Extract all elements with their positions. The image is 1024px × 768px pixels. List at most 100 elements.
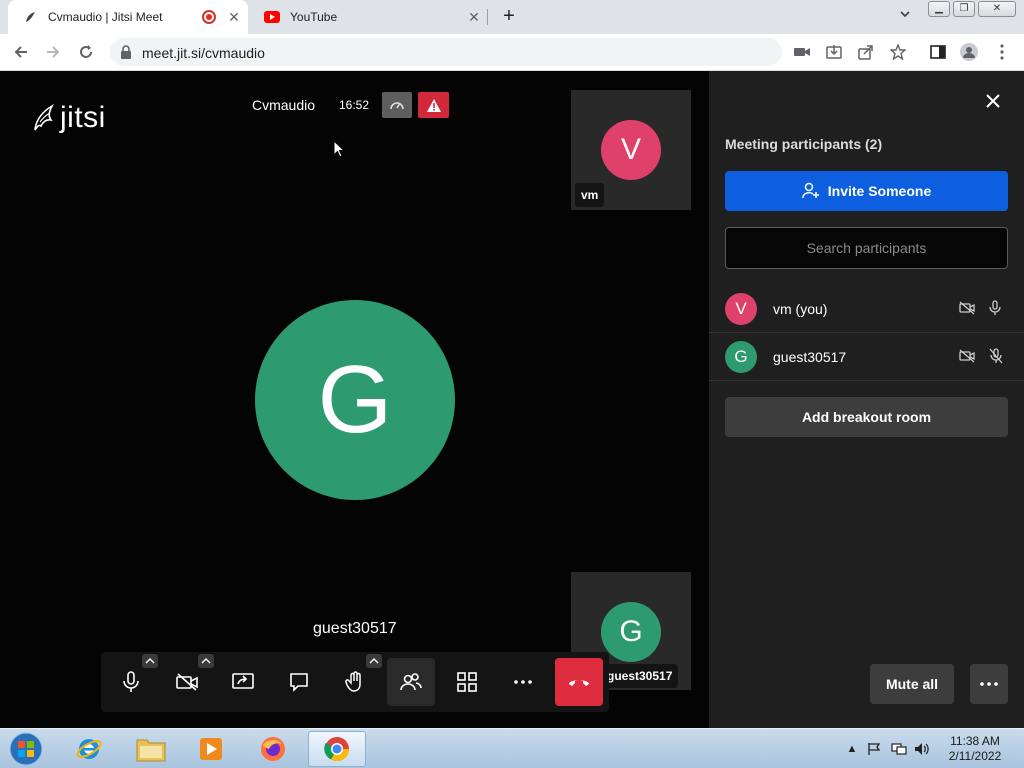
tab-close-icon[interactable]: ✕ (226, 9, 242, 26)
tab-youtube[interactable]: YouTube ✕ (250, 0, 488, 34)
meeting-stage: jitsi Cvmaudio 16:52 G guest30517 V vm G… (0, 71, 709, 728)
tile-view-button[interactable] (443, 658, 491, 706)
more-horizontal-icon (514, 680, 532, 684)
panel-title: Meeting participants (2) (725, 136, 883, 152)
tab-jitsi-meet[interactable]: Cvmaudio | Jitsi Meet ✕ (8, 0, 248, 34)
screen-share-icon (232, 673, 254, 689)
microphone-off-icon (989, 348, 1003, 369)
jitsi-logo[interactable]: jitsi (32, 101, 106, 135)
mute-all-button[interactable]: Mute all (870, 664, 954, 704)
address-bar[interactable]: meet.jit.si/cvmaudio (110, 38, 782, 66)
close-icon (986, 94, 1000, 108)
lock-icon (120, 45, 132, 64)
invite-button-label: Invite Someone (827, 183, 932, 199)
window-minimize-button[interactable]: ▁ (928, 1, 950, 17)
dominant-speaker-avatar: G (255, 300, 455, 500)
start-button[interactable] (6, 730, 46, 768)
participants-icon (400, 673, 422, 691)
forward-icon[interactable] (42, 41, 64, 63)
youtube-favicon-icon (264, 9, 280, 25)
browser-menu-icon[interactable] (993, 43, 1011, 61)
search-participants-input[interactable] (725, 227, 1008, 269)
tab-divider (487, 9, 488, 25)
camera-off-icon (959, 349, 975, 368)
profile-avatar-icon[interactable] (960, 43, 978, 61)
microphone-icon (989, 300, 1001, 321)
media-player-icon (200, 738, 222, 760)
system-clock[interactable]: 11:38 AM 2/11/2022 (940, 734, 1010, 764)
share-icon[interactable] (857, 43, 875, 61)
show-hidden-icons-icon[interactable]: ▲ (844, 741, 860, 757)
connection-warning-button[interactable] (418, 92, 449, 118)
thumbnail-name-label: guest30517 (601, 664, 679, 688)
more-actions-button[interactable] (499, 658, 547, 706)
video-options-caret[interactable] (198, 654, 214, 668)
tab-close-icon[interactable]: ✕ (466, 9, 482, 26)
participant-thumbnail-vm[interactable]: V vm (571, 90, 691, 210)
leave-meeting-button[interactable] (555, 658, 603, 706)
jitsi-logo-icon (34, 103, 54, 131)
new-tab-button[interactable]: + (498, 5, 520, 27)
microphone-icon (123, 671, 139, 692)
tile-view-icon (457, 672, 477, 692)
chrome-taskbar-button[interactable] (308, 731, 366, 767)
back-icon[interactable] (10, 41, 32, 63)
recording-indicator-icon (202, 10, 216, 24)
logo-text: jitsi (60, 101, 106, 134)
panel-more-options-button[interactable] (970, 664, 1008, 704)
avatar-initial: G (734, 347, 748, 366)
add-breakout-room-button[interactable]: Add breakout room (725, 397, 1008, 437)
performance-settings-button[interactable] (382, 92, 412, 118)
reactions-caret[interactable] (366, 654, 382, 668)
folder-icon (136, 739, 166, 762)
avatar: G (725, 341, 757, 373)
audio-options-caret[interactable] (142, 654, 158, 668)
firefox-icon (261, 737, 285, 761)
bookmark-star-icon[interactable] (889, 43, 907, 61)
invite-someone-button[interactable]: Invite Someone (725, 171, 1008, 211)
camera-in-use-icon[interactable] (793, 43, 811, 61)
avatar-initial: V (735, 299, 747, 318)
tab-title: Cvmaudio | Jitsi Meet (48, 10, 163, 24)
side-panel-icon[interactable] (929, 43, 947, 61)
warning-icon (426, 98, 441, 112)
window-restore-button[interactable]: ❐ (953, 1, 975, 17)
participant-name: vm (you) (773, 301, 828, 317)
tab-search-icon[interactable] (896, 8, 914, 26)
meeting-name: Cvmaudio (252, 97, 316, 113)
media-player-taskbar-button[interactable] (184, 731, 238, 767)
avatar: V (601, 120, 661, 180)
internet-explorer-taskbar-button[interactable] (62, 731, 116, 767)
clock-time: 11:38 AM (950, 734, 1000, 748)
meeting-timer: 16:52 (339, 98, 370, 112)
reload-icon[interactable] (75, 41, 97, 63)
windows-taskbar: ▲ 11:38 AM 2/11/2022 (0, 728, 1024, 768)
meeting-toolbar (101, 652, 609, 712)
chrome-icon (324, 737, 349, 762)
file-explorer-taskbar-button[interactable] (124, 731, 178, 767)
screen-share-button[interactable] (219, 658, 267, 706)
clock-date: 2/11/2022 (948, 749, 1002, 763)
internet-explorer-icon (76, 739, 102, 759)
firefox-taskbar-button[interactable] (246, 731, 300, 767)
tab-title: YouTube (290, 10, 338, 24)
participants-button[interactable] (387, 658, 435, 706)
windows-logo-icon (9, 732, 43, 766)
install-app-icon[interactable] (825, 43, 843, 61)
participant-row-guest[interactable]: G guest30517 (709, 333, 1024, 381)
dominant-speaker-name: guest30517 (313, 620, 397, 637)
chat-button[interactable] (275, 658, 323, 706)
url-text: meet.jit.si/cvmaudio (142, 45, 265, 61)
participant-row-vm[interactable]: V vm (you) (709, 285, 1024, 333)
mouse-cursor-icon (333, 140, 345, 158)
avatar-initial: G (619, 615, 643, 648)
volume-icon[interactable] (914, 741, 930, 757)
add-user-icon (802, 182, 819, 199)
network-icon[interactable] (891, 741, 907, 757)
hangup-icon (569, 680, 589, 686)
action-center-flag-icon[interactable] (866, 741, 882, 757)
browser-tab-strip: Cvmaudio | Jitsi Meet ✕ YouTube ✕ + ▁ ❐ … (0, 0, 1024, 34)
participants-panel: Meeting participants (2) Invite Someone … (709, 71, 1024, 728)
window-close-button[interactable]: ✕ (978, 1, 1016, 17)
close-panel-button[interactable] (983, 91, 1003, 111)
